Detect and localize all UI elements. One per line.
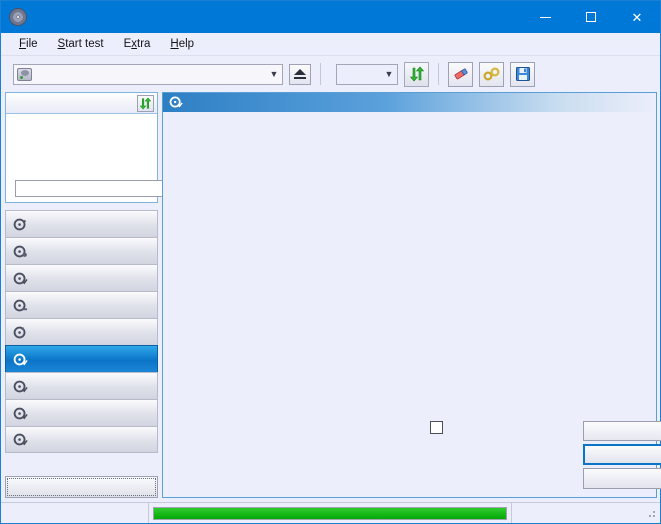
save-button[interactable] bbox=[510, 61, 535, 87]
app-disc-icon bbox=[9, 8, 27, 26]
sidebar-item-create-test-disc[interactable] bbox=[5, 237, 158, 264]
menu-start-test[interactable]: Start test bbox=[48, 35, 114, 53]
disc-row-length bbox=[11, 147, 153, 162]
drive-toolbar: ▼ ▼ bbox=[1, 56, 660, 92]
sidebar-item-fe-te[interactable] bbox=[5, 399, 158, 426]
top-chart[interactable] bbox=[165, 114, 654, 266]
refresh-icon bbox=[139, 96, 152, 110]
stats-row-total bbox=[169, 465, 459, 480]
jitter-toggle[interactable] bbox=[365, 421, 449, 434]
chevron-down-icon: ▼ bbox=[269, 69, 279, 79]
eject-button[interactable] bbox=[289, 63, 311, 85]
refresh-button[interactable] bbox=[404, 61, 429, 87]
maximize-button[interactable] bbox=[568, 1, 614, 33]
disc-drive-icon bbox=[13, 298, 28, 313]
menu-extra[interactable]: Extra bbox=[114, 35, 161, 53]
stats-area: ▼ bbox=[163, 416, 661, 497]
progress-fill bbox=[154, 507, 506, 519]
stats-row-avg bbox=[169, 435, 459, 450]
sidebar-item-disc-info[interactable] bbox=[5, 318, 158, 345]
sidebar-item-verify-test-disc[interactable] bbox=[5, 264, 158, 291]
main-body: ▼ bbox=[1, 92, 661, 502]
tools-button[interactable] bbox=[479, 61, 504, 87]
charts-area bbox=[163, 112, 656, 416]
sidebar-item-disc-quality[interactable] bbox=[5, 345, 158, 372]
eraser-icon bbox=[454, 68, 468, 80]
chevron-down-icon: ▼ bbox=[384, 69, 394, 79]
app-window: ✕ File Start test Extra Help ▼ ▼ bbox=[0, 0, 661, 524]
disc-panel bbox=[5, 92, 221, 203]
refresh-icon bbox=[409, 66, 424, 82]
tools-icon bbox=[482, 67, 500, 81]
disc-quality-icon bbox=[13, 352, 28, 367]
disc-info-rows bbox=[6, 114, 221, 202]
sidebar-item-extra-tests[interactable] bbox=[5, 426, 158, 453]
readout-row-samples bbox=[463, 469, 577, 484]
disc-panel-header bbox=[6, 93, 157, 114]
start-part-button[interactable] bbox=[583, 468, 661, 489]
window-controls: ✕ bbox=[522, 1, 660, 33]
close-icon: ✕ bbox=[631, 9, 643, 25]
sidebar-nav bbox=[5, 210, 158, 453]
disc-row-contents bbox=[11, 162, 153, 177]
erase-button[interactable] bbox=[448, 61, 473, 87]
progress-bar bbox=[153, 506, 507, 520]
bottom-chart[interactable] bbox=[165, 266, 654, 416]
close-button[interactable]: ✕ bbox=[614, 1, 660, 33]
disc-quality-icon bbox=[169, 95, 184, 110]
speed-select[interactable]: ▼ bbox=[336, 63, 398, 85]
disc-create-icon bbox=[13, 244, 28, 259]
menu-file[interactable]: File bbox=[9, 35, 48, 53]
sidebar-item-transfer-rate[interactable] bbox=[5, 210, 158, 237]
readout-rows bbox=[463, 420, 577, 497]
disc-fete-icon bbox=[13, 406, 28, 421]
stats-table bbox=[169, 420, 459, 497]
drive-icon bbox=[17, 67, 32, 81]
sidebar-item-cd-bler[interactable] bbox=[5, 372, 158, 399]
stats-row-max bbox=[169, 450, 459, 465]
maximize-icon bbox=[586, 12, 596, 22]
start-full-button[interactable] bbox=[583, 444, 661, 465]
drive-select[interactable]: ▼ bbox=[13, 63, 283, 85]
disc-info-icon bbox=[13, 325, 28, 340]
status-bar bbox=[1, 502, 660, 523]
resize-grip[interactable] bbox=[644, 506, 658, 520]
title-bar: ✕ bbox=[1, 1, 660, 33]
progress-percent bbox=[512, 503, 564, 523]
readout-spacer bbox=[463, 435, 577, 454]
toolbar-divider-1 bbox=[320, 63, 321, 85]
disc-row-mid bbox=[11, 132, 153, 147]
disc-extra-icon bbox=[13, 432, 28, 447]
disc-row-type bbox=[11, 117, 153, 132]
stats-header-row bbox=[169, 420, 459, 435]
sidebar-item-drive-info[interactable] bbox=[5, 291, 158, 318]
disc-verify-icon bbox=[13, 271, 28, 286]
minimize-icon bbox=[539, 16, 551, 18]
elapsed-time bbox=[564, 503, 642, 523]
action-buttons: ▼ bbox=[583, 420, 661, 497]
minimize-button[interactable] bbox=[522, 1, 568, 33]
status-message bbox=[1, 503, 149, 523]
jitter-checkbox[interactable] bbox=[430, 421, 443, 434]
disc-label-row bbox=[11, 179, 221, 198]
progress-area bbox=[149, 503, 512, 523]
menu-help[interactable]: Help bbox=[160, 35, 204, 53]
disc-test-icon bbox=[13, 217, 28, 232]
readout-row-speed bbox=[463, 420, 577, 435]
disc-refresh-button[interactable] bbox=[137, 94, 154, 112]
toolbar-divider-2 bbox=[438, 63, 439, 85]
right-panel: ▼ bbox=[162, 92, 661, 498]
readout-row-position bbox=[463, 454, 577, 469]
menu-bar: File Start test Extra Help bbox=[1, 33, 660, 56]
left-panel bbox=[5, 92, 221, 502]
disc-bler-icon bbox=[13, 379, 28, 394]
readout-area: ▼ bbox=[459, 420, 661, 497]
eject-icon bbox=[294, 69, 306, 79]
panel-header bbox=[163, 93, 656, 112]
save-icon bbox=[515, 67, 530, 81]
status-window-button[interactable] bbox=[5, 476, 158, 498]
test-speed-select[interactable]: ▼ bbox=[583, 421, 661, 441]
